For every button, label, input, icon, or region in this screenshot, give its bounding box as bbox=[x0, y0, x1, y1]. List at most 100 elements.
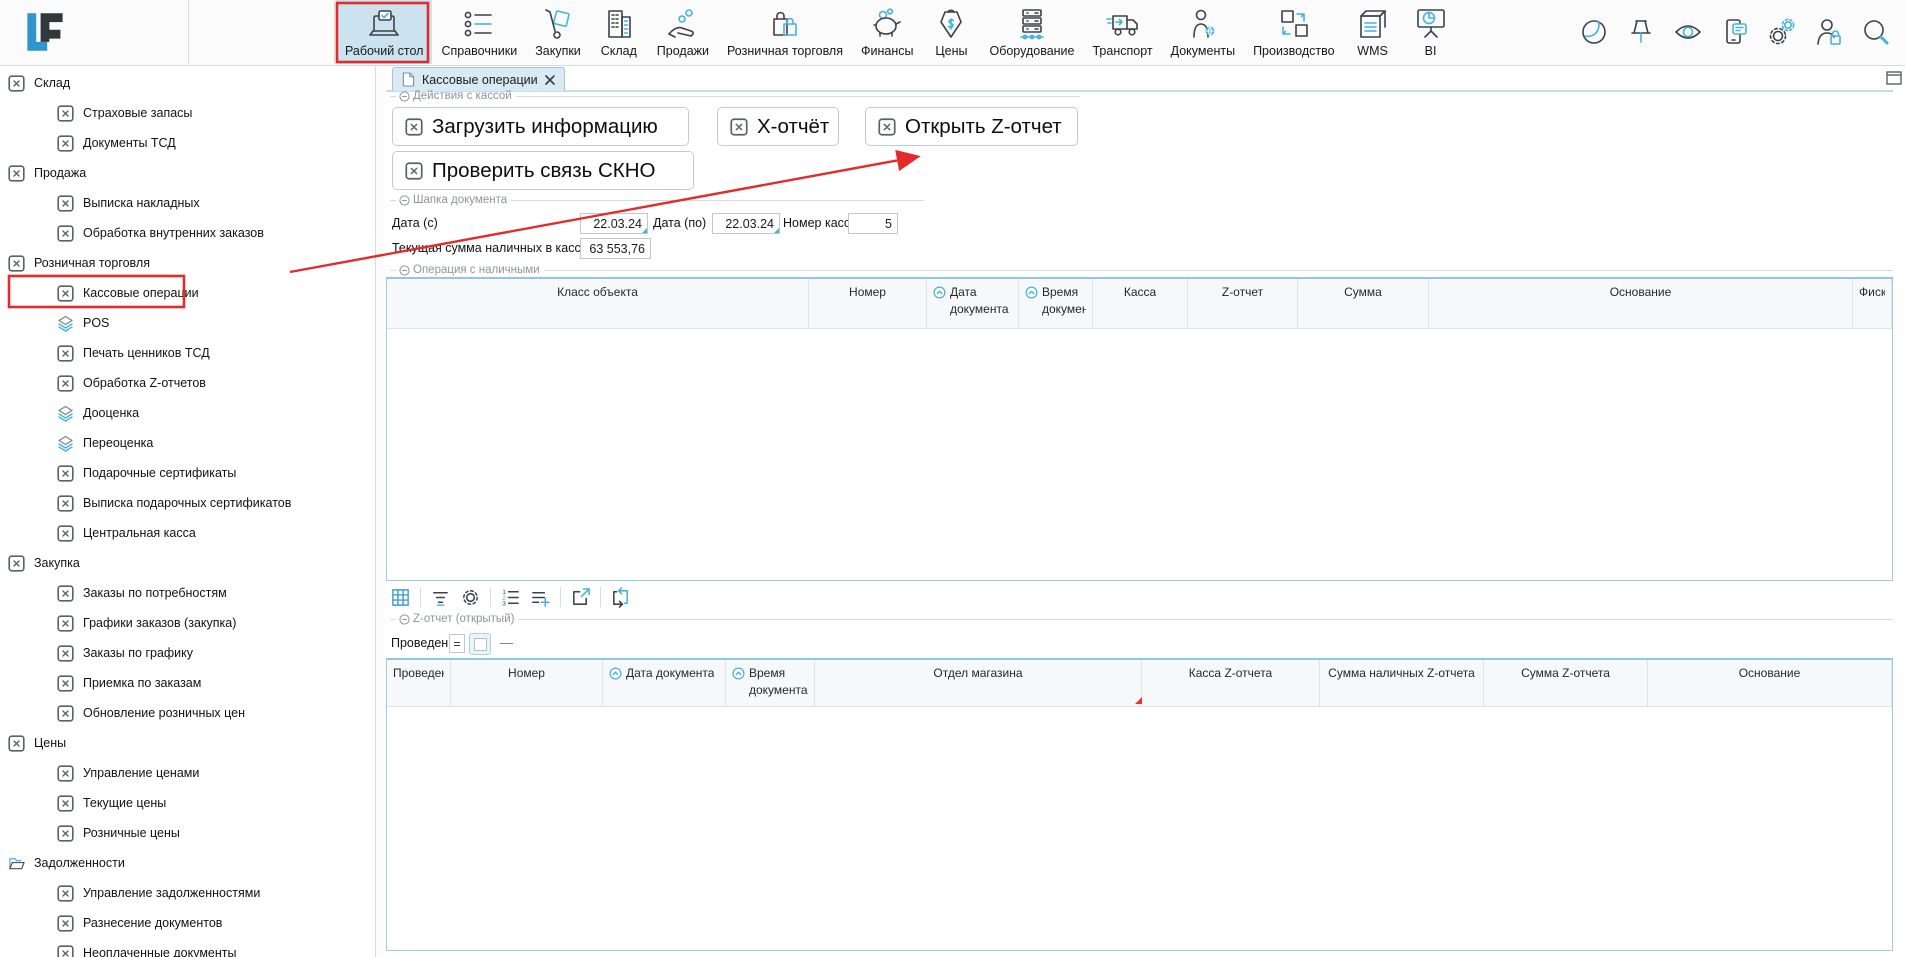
sidebar-item-retail-price-update[interactable]: Обновление розничных цен bbox=[57, 698, 245, 728]
column-header[interactable]: Сумма наличных Z-отчета bbox=[1320, 660, 1484, 706]
menu-item-documents[interactable]: Документы bbox=[1162, 0, 1244, 64]
sidebar-item-cash-operations[interactable]: Кассовые операции bbox=[57, 278, 199, 308]
menu-item-sales[interactable]: Продажи bbox=[648, 0, 718, 64]
column-header[interactable]: Фискальн bbox=[1853, 279, 1892, 328]
sidebar-item-gift-certificate-issuing[interactable]: Выписка подарочных сертификатов bbox=[57, 488, 291, 518]
column-header[interactable]: Основание bbox=[1429, 279, 1853, 328]
menu-item-transport[interactable]: Транспорт bbox=[1084, 0, 1162, 64]
search-icon[interactable] bbox=[1861, 17, 1891, 47]
column-header[interactable]: Касса Z-отчета bbox=[1142, 660, 1320, 706]
sidebar-item-markup[interactable]: Дооценка bbox=[57, 398, 139, 428]
close-icon[interactable] bbox=[545, 75, 555, 85]
cash-number-field[interactable]: 5 bbox=[848, 213, 898, 234]
posted-filter-checkbox[interactable] bbox=[469, 633, 491, 655]
menu-item-purchases[interactable]: Закупки bbox=[526, 0, 590, 64]
column-header[interactable]: Касса bbox=[1093, 279, 1188, 328]
sidebar-item-debts[interactable]: Задолженности bbox=[8, 848, 125, 878]
collapse-icon[interactable] bbox=[399, 195, 413, 206]
sidebar-item-invoice-issuing[interactable]: Выписка накладных bbox=[57, 188, 200, 218]
numbered-list-icon[interactable]: 123 bbox=[500, 587, 521, 608]
load-information-button[interactable]: Загрузить информацию bbox=[392, 107, 689, 146]
column-header[interactable]: Дата документа bbox=[927, 279, 1019, 328]
collapse-icon[interactable] bbox=[399, 91, 413, 102]
zreport-table-body[interactable] bbox=[387, 707, 1892, 951]
sidebar-item-price-management[interactable]: Управление ценами bbox=[57, 758, 199, 788]
sidebar-item-document-allocation[interactable]: Разнесение документов bbox=[57, 908, 222, 938]
check-skno-link-button[interactable]: Проверить связь СКНО bbox=[392, 151, 694, 190]
cash-operations-table-body[interactable] bbox=[387, 329, 1892, 581]
filter-icon[interactable] bbox=[430, 587, 451, 608]
menu-item-equipment[interactable]: Оборудование bbox=[980, 0, 1083, 64]
column-header[interactable]: Номер bbox=[451, 660, 603, 706]
sidebar-item-prices[interactable]: Цены bbox=[8, 728, 66, 758]
sidebar-item-unpaid-documents[interactable]: Неоплаченные документы bbox=[57, 938, 236, 957]
add-list-icon[interactable] bbox=[530, 587, 551, 608]
collapse-icon[interactable] bbox=[399, 265, 413, 276]
sidebar-item-current-prices[interactable]: Текущие цены bbox=[57, 788, 166, 818]
menu-item-retail[interactable]: Розничная торговля bbox=[718, 0, 852, 64]
filter-operator[interactable]: = bbox=[449, 634, 465, 653]
column-header[interactable]: Дата документа bbox=[603, 660, 726, 706]
column-header[interactable]: Сумма Z-отчета bbox=[1484, 660, 1648, 706]
feedback-icon[interactable] bbox=[1720, 17, 1750, 47]
sidebar-item-debt-management[interactable]: Управление задолженностями bbox=[57, 878, 260, 908]
user-lock-icon[interactable] bbox=[1814, 17, 1844, 47]
menu-item-desktop[interactable]: Рабочий стол bbox=[336, 0, 432, 64]
x-report-button[interactable]: X-отчёт bbox=[717, 107, 839, 146]
sidebar-item-acceptance-by-orders[interactable]: Приемка по заказам bbox=[57, 668, 201, 698]
current-sum-field[interactable]: 63 553,76 bbox=[580, 238, 651, 259]
settings-icon[interactable] bbox=[1767, 17, 1797, 47]
sidebar-item-order-schedules-purchase[interactable]: Графики заказов (закупка) bbox=[57, 608, 236, 638]
column-header[interactable]: Время документа bbox=[1019, 279, 1093, 328]
sidebar-item-central-cash-desk[interactable]: Центральная касса bbox=[57, 518, 196, 548]
window-icon[interactable] bbox=[1886, 71, 1902, 85]
menu-item-directories[interactable]: Справочники bbox=[432, 0, 526, 64]
sidebar-item-tsd-documents[interactable]: Документы ТСД bbox=[57, 128, 176, 158]
column-header[interactable]: Отдел магазина bbox=[815, 660, 1142, 706]
sidebar-splitter[interactable] bbox=[376, 65, 385, 957]
grid-icon[interactable] bbox=[390, 587, 411, 608]
sidebar-item-retail-prices[interactable]: Розничные цены bbox=[57, 818, 180, 848]
sidebar-item-warehouse[interactable]: Склад bbox=[8, 68, 70, 98]
sidebar-item-pos[interactable]: POS bbox=[57, 308, 109, 338]
column-header[interactable]: Z-отчет bbox=[1188, 279, 1298, 328]
clock-icon[interactable] bbox=[1579, 17, 1609, 47]
sidebar-item-internal-orders-processing[interactable]: Обработка внутренних заказов bbox=[57, 218, 264, 248]
menu-item-finance[interactable]: Финансы bbox=[852, 0, 922, 64]
sidebar-item-revaluation[interactable]: Переоценка bbox=[57, 428, 153, 458]
menu-item-production[interactable]: Производство bbox=[1244, 0, 1344, 64]
sidebar-item-orders-by-needs[interactable]: Заказы по потребностям bbox=[57, 578, 227, 608]
menu-item-bi[interactable]: BI bbox=[1402, 0, 1460, 64]
sidebar-item-tsd-price-tag-printing[interactable]: Печать ценников ТСД bbox=[57, 338, 210, 368]
column-header[interactable]: Класс объекта bbox=[387, 279, 809, 328]
eye-icon[interactable] bbox=[1673, 17, 1703, 47]
sidebar-item-z-reports-processing[interactable]: Обработка Z-отчетов bbox=[57, 368, 206, 398]
sidebar-item-purchase[interactable]: Закупка bbox=[8, 548, 80, 578]
pin-icon[interactable] bbox=[1626, 17, 1656, 47]
sidebar-item-gift-certificates[interactable]: Подарочные сертификаты bbox=[57, 458, 236, 488]
sidebar-item-sale[interactable]: Продажа bbox=[8, 158, 86, 188]
open-z-report-button[interactable]: Открыть Z-отчет bbox=[865, 107, 1078, 146]
column-header[interactable]: Время документа bbox=[726, 660, 815, 706]
sidebar-item-safety-stocks[interactable]: Страховые запасы bbox=[57, 98, 192, 128]
gear-icon[interactable] bbox=[460, 587, 481, 608]
sort-ascending-icon[interactable] bbox=[1025, 286, 1038, 299]
sidebar-item-retail-trade[interactable]: Розничная торговля bbox=[8, 248, 150, 278]
column-header[interactable]: Основание bbox=[1648, 660, 1892, 706]
tab-cash-operations[interactable]: Кассовые операции bbox=[392, 67, 565, 91]
sidebar-item-orders-by-schedule[interactable]: Заказы по графику bbox=[57, 638, 193, 668]
open-in-new-icon[interactable] bbox=[570, 587, 591, 608]
refresh-icon[interactable] bbox=[610, 587, 631, 608]
column-header[interactable]: Номер bbox=[809, 279, 927, 328]
sort-ascending-icon[interactable] bbox=[933, 286, 946, 299]
column-header[interactable]: Сумма bbox=[1298, 279, 1429, 328]
collapse-icon[interactable] bbox=[399, 614, 413, 625]
date-to-field[interactable]: 22.03.24 bbox=[712, 213, 780, 234]
menu-item-wms[interactable]: WMS bbox=[1344, 0, 1402, 64]
date-from-field[interactable]: 22.03.24 bbox=[580, 213, 648, 234]
menu-item-prices[interactable]: Цены bbox=[922, 0, 980, 64]
sort-ascending-icon[interactable] bbox=[732, 667, 745, 680]
column-header[interactable]: Проведен bbox=[387, 660, 451, 706]
menu-item-warehouse[interactable]: Склад bbox=[590, 0, 648, 64]
sort-ascending-icon[interactable] bbox=[609, 667, 622, 680]
